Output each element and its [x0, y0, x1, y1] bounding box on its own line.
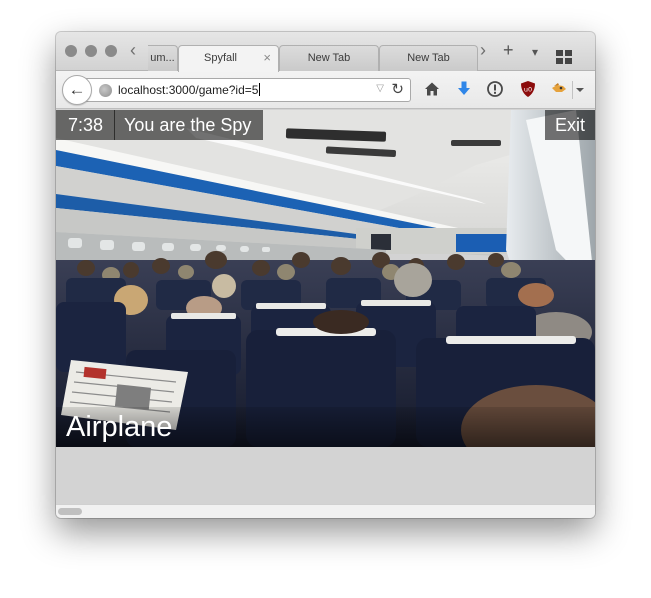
- url-bar[interactable]: localhost:3000/game?id=5 ▽ ↻: [86, 78, 411, 102]
- close-tab-icon[interactable]: ×: [263, 46, 271, 70]
- exit-button[interactable]: Exit: [544, 110, 595, 140]
- tab-label: New Tab: [407, 52, 450, 64]
- tab-scroll-right-icon[interactable]: ›: [480, 40, 486, 60]
- tab-strip: ‹ um... Spyfall × New Tab New Tab › + ▾: [56, 32, 595, 72]
- ublock-icon[interactable]: u0: [519, 80, 537, 98]
- url-text: localhost:3000/game?id=5: [118, 83, 259, 97]
- tab-groups-icon[interactable]: [556, 50, 572, 64]
- reload-icon[interactable]: ↻: [391, 80, 404, 98]
- browser-window: ‹ um... Spyfall × New Tab New Tab › + ▾ …: [56, 32, 595, 518]
- game-timer: 7:38: [56, 110, 116, 140]
- toolbar-separator: [572, 81, 573, 99]
- close-window-button[interactable]: [65, 45, 77, 57]
- navigation-bar: localhost:3000/game?id=5 ▽ ↻ ← u0: [56, 71, 595, 109]
- tab-label: New Tab: [307, 52, 351, 64]
- tab-list-button[interactable]: ▾: [532, 43, 538, 61]
- location-name: Airplane: [56, 407, 595, 447]
- tab-scroll-left-icon[interactable]: ‹: [130, 40, 136, 60]
- back-button[interactable]: ←: [62, 75, 92, 105]
- location-image: 7:38 You are the Spy Exit Airplane: [56, 110, 595, 447]
- player-role: You are the Spy: [114, 110, 264, 140]
- home-icon[interactable]: [423, 80, 441, 98]
- info-icon[interactable]: [486, 80, 504, 98]
- horizontal-scrollbar[interactable]: [56, 504, 595, 518]
- site-identity-icon[interactable]: [99, 84, 112, 97]
- tab-previous[interactable]: um...: [148, 45, 178, 71]
- svg-text:u0: u0: [524, 86, 532, 94]
- scrollbar-thumb[interactable]: [58, 508, 82, 515]
- zoom-window-button[interactable]: [105, 45, 117, 57]
- tab-spyfall[interactable]: Spyfall ×: [178, 45, 279, 72]
- new-tab-button[interactable]: +: [503, 41, 514, 59]
- tab-new-tab[interactable]: New Tab: [379, 45, 478, 71]
- airplane-cabin-photo: [56, 110, 595, 447]
- tab-label: Spyfall: [203, 52, 238, 64]
- download-icon[interactable]: [455, 80, 473, 98]
- page-content: 7:38 You are the Spy Exit Airplane: [56, 110, 595, 518]
- tab-new-tab[interactable]: New Tab: [279, 45, 379, 71]
- minimize-window-button[interactable]: [85, 45, 97, 57]
- tab-label: um...: [150, 52, 175, 64]
- url-history-dropdown-icon[interactable]: ▽: [376, 83, 384, 94]
- text-caret: [259, 83, 261, 96]
- extension-icon[interactable]: [550, 80, 568, 98]
- url-input[interactable]: localhost:3000/game?id=5: [118, 83, 261, 97]
- chevron-down-icon[interactable]: [574, 80, 586, 98]
